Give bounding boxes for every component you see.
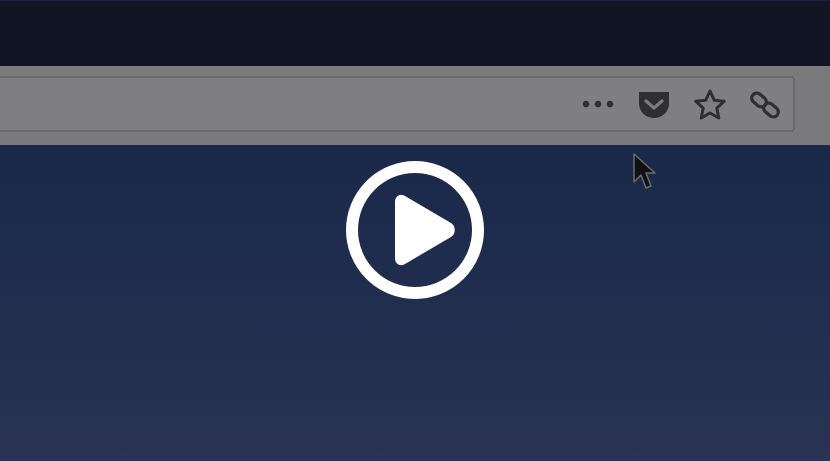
play-button-icon bbox=[346, 161, 484, 299]
url-bar[interactable] bbox=[0, 76, 795, 132]
bookmark-star-icon[interactable] bbox=[692, 88, 728, 122]
title-bar bbox=[0, 0, 830, 66]
page-actions-menu-icon[interactable] bbox=[580, 94, 616, 114]
link-icon[interactable] bbox=[748, 87, 784, 123]
mouse-cursor-icon bbox=[632, 152, 658, 197]
play-button[interactable] bbox=[345, 160, 485, 300]
screen bbox=[0, 0, 830, 461]
browser-toolbar bbox=[0, 66, 830, 145]
pocket-icon[interactable] bbox=[636, 89, 672, 121]
